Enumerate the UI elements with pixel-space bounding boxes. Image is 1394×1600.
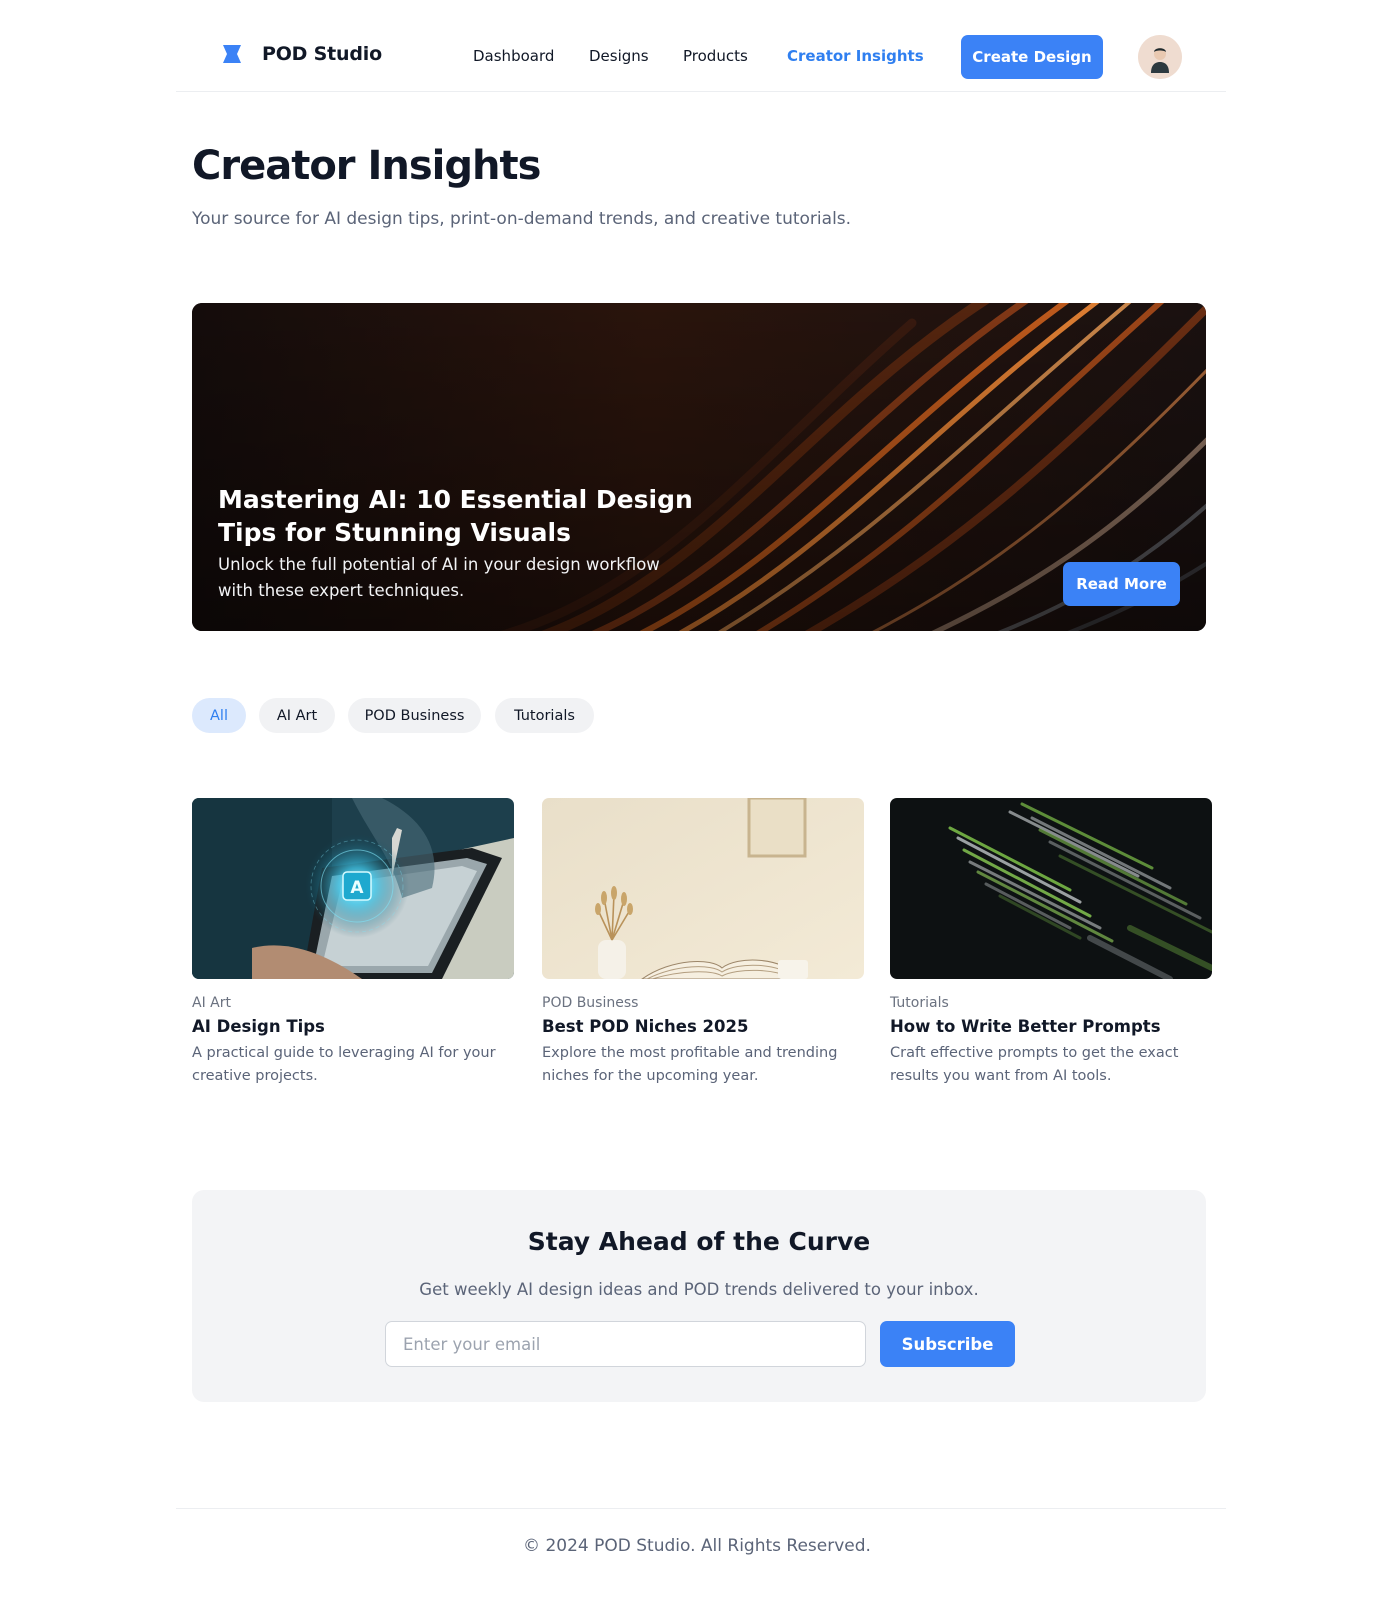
article-thumbnail-code-screen[interactable] bbox=[890, 798, 1212, 979]
nav-dashboard[interactable]: Dashboard bbox=[473, 47, 554, 65]
article-description: A practical guide to leveraging AI for y… bbox=[192, 1045, 496, 1084]
article-card[interactable]: POD Business Best POD Niches 2025 Explor… bbox=[542, 798, 864, 1088]
article-description: Explore the most profitable and trending… bbox=[542, 1045, 838, 1084]
hero-title[interactable]: Mastering AI: 10 Essential Design Tips f… bbox=[218, 483, 738, 549]
bowtie-logo-icon[interactable] bbox=[222, 44, 242, 64]
filter-pod-business[interactable]: POD Business bbox=[348, 698, 481, 733]
article-title[interactable]: Best POD Niches 2025 bbox=[542, 1017, 864, 1036]
page: POD Studio Dashboard Designs Products Cr… bbox=[0, 0, 1394, 1600]
article-title[interactable]: AI Design Tips bbox=[192, 1017, 514, 1036]
create-design-button[interactable]: Create Design bbox=[961, 35, 1103, 79]
newsletter-section: Stay Ahead of the Curve Get weekly AI de… bbox=[192, 1190, 1206, 1402]
nav-designs[interactable]: Designs bbox=[589, 47, 649, 65]
nav-creator-insights[interactable]: Creator Insights bbox=[787, 47, 924, 65]
article-thumbnail-ai-tablet[interactable]: A bbox=[192, 798, 514, 979]
user-avatar-icon[interactable] bbox=[1138, 35, 1182, 79]
filter-ai-art[interactable]: AI Art bbox=[259, 698, 335, 733]
article-category: Tutorials bbox=[890, 995, 949, 1011]
article-category: POD Business bbox=[542, 995, 639, 1011]
email-input[interactable] bbox=[385, 1321, 866, 1367]
article-title[interactable]: How to Write Better Prompts bbox=[890, 1017, 1212, 1036]
article-description: Craft effective prompts to get the exact… bbox=[890, 1045, 1179, 1084]
featured-article-hero[interactable]: Mastering AI: 10 Essential Design Tips f… bbox=[192, 303, 1206, 631]
subscribe-button[interactable]: Subscribe bbox=[880, 1321, 1015, 1367]
top-navbar: POD Studio Dashboard Designs Products Cr… bbox=[176, 0, 1226, 92]
page-subtitle: Your source for AI design tips, print-on… bbox=[192, 209, 852, 229]
page-title: Creator Insights bbox=[192, 143, 541, 189]
brand-name[interactable]: POD Studio bbox=[262, 43, 382, 65]
svg-text:A: A bbox=[350, 878, 364, 898]
read-more-button[interactable]: Read More bbox=[1063, 562, 1180, 606]
newsletter-title: Stay Ahead of the Curve bbox=[527, 1227, 871, 1256]
article-card[interactable]: Tutorials How to Write Better Prompts Cr… bbox=[890, 798, 1212, 1088]
newsletter-subtitle: Get weekly AI design ideas and POD trend… bbox=[419, 1280, 979, 1299]
hero-description: Unlock the full potential of AI in your … bbox=[218, 555, 660, 600]
filter-all[interactable]: All bbox=[192, 698, 246, 733]
article-category: AI Art bbox=[192, 995, 231, 1011]
filter-tutorials[interactable]: Tutorials bbox=[495, 698, 594, 733]
footer-divider bbox=[176, 1508, 1226, 1509]
nav-products[interactable]: Products bbox=[683, 47, 748, 65]
article-thumbnail-book-vase[interactable] bbox=[542, 798, 864, 979]
footer-copyright: © 2024 POD Studio. All Rights Reserved. bbox=[523, 1536, 871, 1556]
article-card[interactable]: A AI Art AI Design Tips A practical guid… bbox=[192, 798, 514, 1088]
